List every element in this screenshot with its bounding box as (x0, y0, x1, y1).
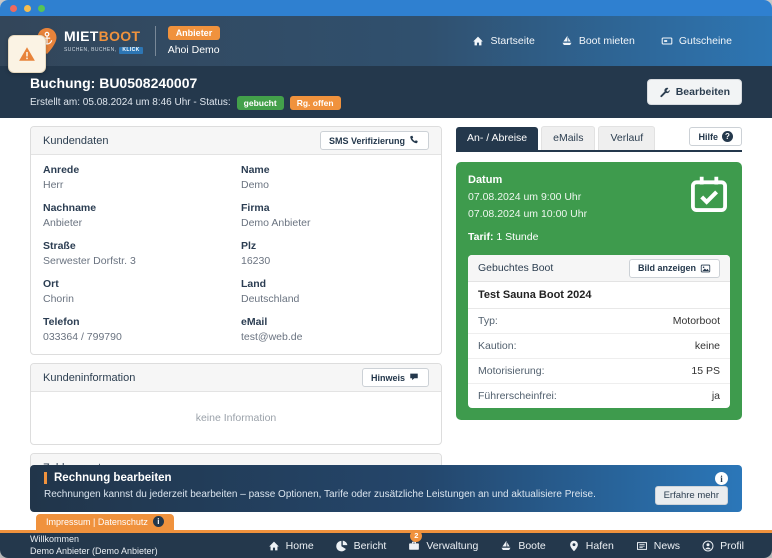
boat-row-motorisierung: Motorisierung:15 PS (468, 359, 730, 384)
question-mark-icon: ? (722, 131, 733, 142)
footer-bar: Willkommen Demo Anbieter (Demo Anbieter)… (0, 530, 772, 558)
learn-more-button[interactable]: Erfahre mehr (655, 486, 728, 505)
calendar-check-icon (690, 175, 728, 213)
customer-fields-grid: AnredeHerr NameDemo NachnameAnbieter Fir… (31, 155, 441, 354)
mietboot-logo[interactable]: MIETBOOT SUCHEN, BUCHEN,KLICK (36, 27, 143, 55)
field-anrede: AnredeHerr (43, 164, 231, 191)
wrench-icon (659, 87, 670, 98)
footer-nav-hafen[interactable]: Hafen (568, 540, 614, 552)
footer-nav-news[interactable]: News (636, 540, 680, 552)
phone-icon (409, 135, 420, 146)
field-ort: OrtChorin (43, 278, 231, 305)
booked-boat-title: Gebuchtes Boot (478, 262, 553, 274)
tab-an-abreise[interactable]: An- / Abreise (456, 127, 538, 150)
header-divider (155, 26, 156, 56)
profile-icon (702, 540, 714, 552)
customer-info-card: Kundeninformation Hinweis keine Informat… (30, 363, 442, 445)
tariff-line: Tarif: 1 Stunde (468, 231, 730, 243)
invoice-banner-text: Rechnungen kannst du jederzeit bearbeite… (44, 489, 655, 500)
field-strasse: StraßeSerwester Dorfstr. 3 (43, 240, 231, 267)
home-icon (268, 540, 280, 552)
nav-gutscheine[interactable]: Gutscheine (661, 35, 732, 47)
field-nachname: NachnameAnbieter (43, 202, 231, 229)
field-land: LandDeutschland (241, 278, 429, 305)
minimize-window-button[interactable] (24, 5, 31, 12)
app-header: MIETBOOT SUCHEN, BUCHEN,KLICK Anbieter A… (0, 16, 772, 66)
booking-info: Buchung: BU0508240007 Erstellt am: 05.08… (30, 75, 341, 110)
footer-nav-bericht[interactable]: Bericht (336, 540, 387, 552)
verwaltung-count-badge: 2 (410, 530, 422, 542)
footer-nav-home[interactable]: Home (268, 540, 314, 552)
footer-nav-profil[interactable]: Profil (702, 540, 744, 552)
hint-button[interactable]: Hinweis (362, 368, 429, 387)
booking-created-text: Erstellt am: 05.08.2024 um 8:46 Uhr - St… (30, 97, 231, 108)
nav-boot-mieten[interactable]: Boot mieten (561, 35, 635, 47)
account-role-badge: Anbieter (168, 26, 221, 40)
voucher-icon (661, 35, 673, 47)
app-window: MIETBOOT SUCHEN, BUCHEN,KLICK Anbieter A… (0, 0, 772, 558)
field-firma: FirmaDemo Anbieter (241, 202, 429, 229)
sms-verification-button[interactable]: SMS Verifizierung (320, 131, 429, 150)
newspaper-icon (636, 540, 648, 552)
nav-startseite[interactable]: Startseite (472, 35, 534, 47)
image-icon (700, 263, 711, 274)
edit-booking-button[interactable]: Bearbeiten (647, 79, 742, 105)
legal-info-icon: i (153, 516, 164, 527)
invoice-banner: Rechnung bearbeiten Rechnungen kannst du… (30, 465, 742, 512)
tab-verlauf[interactable]: Verlauf (598, 126, 655, 150)
account-greeting: Ahoi Demo (168, 44, 221, 56)
arrival-card: Datum 07.08.2024 um 9:00 Uhr 07.08.2024 … (456, 162, 742, 420)
top-navigation: Startseite Boot mieten Gutscheine (472, 35, 732, 47)
field-telefon: Telefon033364 / 799790 (43, 316, 231, 343)
sailboat-icon (561, 35, 573, 47)
invoice-banner-title: Rechnung bearbeiten (44, 472, 655, 484)
status-badge-booked: gebucht (237, 96, 284, 110)
booking-header-bar: Buchung: BU0508240007 Erstellt am: 05.08… (0, 66, 772, 118)
boat-name: Test Sauna Boot 2024 (468, 282, 730, 309)
footer-navigation: Home Bericht 2 Verwaltung Boote (268, 540, 744, 552)
warning-triangle-icon (18, 45, 36, 63)
footer-nav-boote[interactable]: Boote (500, 540, 545, 552)
account-block: Anbieter Ahoi Demo (168, 26, 221, 56)
field-plz: Plz16230 (241, 240, 429, 267)
close-window-button[interactable] (10, 5, 17, 12)
show-image-button[interactable]: Bild anzeigen (629, 259, 720, 278)
legal-links-tab[interactable]: Impressum | Datenschutz i (36, 514, 174, 530)
field-email: eMailtest@web.de (241, 316, 429, 343)
info-icon[interactable]: i (715, 472, 728, 485)
boat-row-typ: Typ:Motorboot (468, 309, 730, 334)
field-name: NameDemo (241, 164, 429, 191)
customer-info-title: Kundeninformation (43, 372, 135, 384)
map-pin-icon (568, 540, 580, 552)
customer-data-title: Kundendaten (43, 135, 108, 147)
macos-titlebar (0, 0, 772, 16)
logo-text: MIETBOOT SUCHEN, BUCHEN,KLICK (64, 29, 143, 54)
customer-data-card: Kundendaten SMS Verifizierung AnredeHerr… (30, 126, 442, 355)
booking-title: Buchung: BU0508240007 (30, 75, 341, 91)
help-button[interactable]: Hilfe ? (689, 127, 742, 146)
zoom-window-button[interactable] (38, 5, 45, 12)
sailboat-icon (500, 540, 512, 552)
boat-row-fuehrerscheinfrei: Führerscheinfrei:ja (468, 384, 730, 408)
accent-bar (44, 472, 47, 484)
main-content: Kundendaten SMS Verifizierung AnredeHerr… (0, 118, 772, 530)
booked-boat-card: Gebuchtes Boot Bild anzeigen Test Sauna … (468, 255, 730, 408)
boat-row-kaution: Kaution:keine (468, 334, 730, 359)
warning-widget[interactable] (8, 35, 46, 73)
tab-emails[interactable]: eMails (541, 126, 595, 150)
home-icon (472, 35, 484, 47)
footer-nav-verwaltung[interactable]: 2 Verwaltung (408, 540, 478, 552)
pie-chart-icon (336, 540, 348, 552)
footer-welcome: Willkommen Demo Anbieter (Demo Anbieter) (30, 534, 158, 557)
detail-tabbar: An- / Abreise eMails Verlauf Hilfe ? (456, 126, 742, 152)
status-badge-invoice-open: Rg. offen (290, 96, 341, 110)
customer-info-empty-text: keine Information (31, 392, 441, 444)
speech-bubble-icon (409, 372, 420, 383)
